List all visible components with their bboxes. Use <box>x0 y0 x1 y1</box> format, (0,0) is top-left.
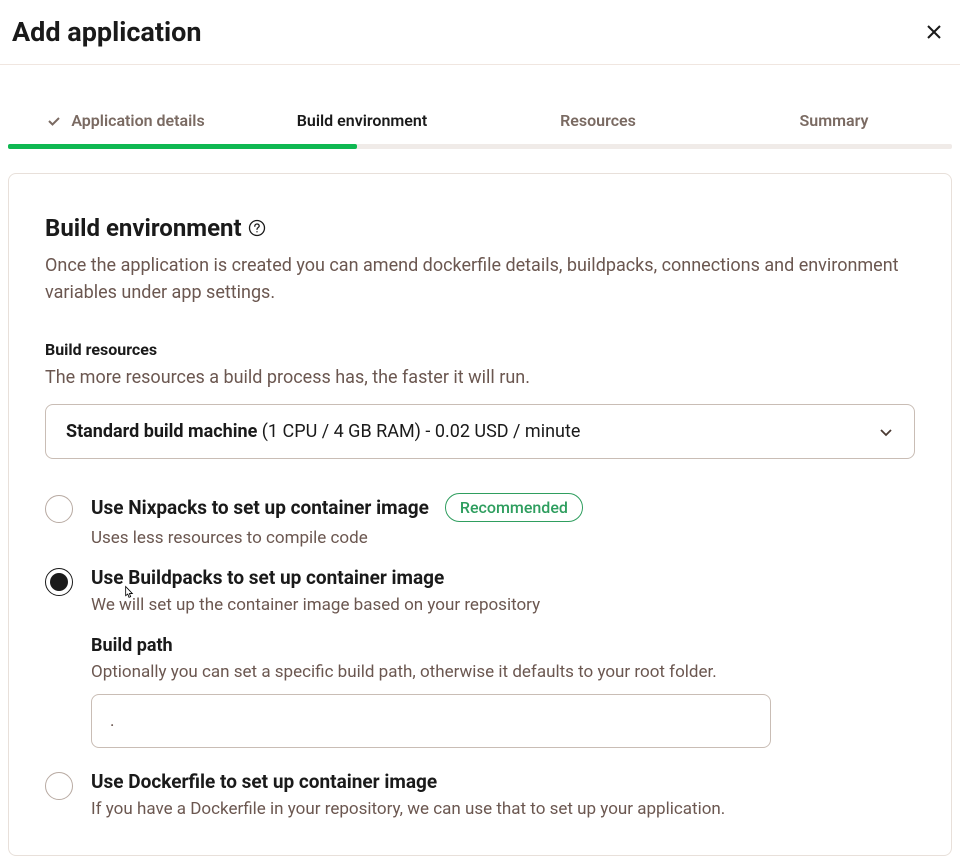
radio-description: We will set up the container image based… <box>91 595 915 615</box>
recommended-badge: Recommended <box>445 493 583 522</box>
build-path-section: Build path Optionally you can set a spec… <box>91 635 915 748</box>
radio-title-row: Use Buildpacks to set up container image <box>91 566 915 589</box>
build-resources-description: The more resources a build process has, … <box>45 367 915 388</box>
radio-content: Use Buildpacks to set up container image… <box>91 566 915 748</box>
build-path-input[interactable] <box>91 694 771 748</box>
step-label: Summary <box>800 111 869 130</box>
select-bold: Standard build machine <box>66 421 257 442</box>
radio-content: Use Dockerfile to set up container image… <box>91 770 915 819</box>
radio-title-row: Use Nixpacks to set up container image R… <box>91 493 915 522</box>
help-icon[interactable] <box>248 219 266 237</box>
build-machine-select[interactable]: Standard build machine (1 CPU / 4 GB RAM… <box>45 404 915 459</box>
dialog-header: Add application <box>0 0 960 64</box>
radio-description: If you have a Dockerfile in your reposit… <box>91 799 915 819</box>
step-build-environment[interactable]: Build environment <box>244 97 480 144</box>
radio-option-nixpacks[interactable]: Use Nixpacks to set up container image R… <box>45 493 915 548</box>
build-resources-title: Build resources <box>45 340 915 359</box>
close-icon <box>924 22 944 42</box>
select-rest: (1 CPU / 4 GB RAM) - 0.02 USD / minute <box>257 421 580 442</box>
radio-description: Uses less resources to compile code <box>91 528 915 548</box>
chevron-down-icon <box>878 424 894 440</box>
radio-indicator <box>45 772 73 800</box>
radio-indicator <box>45 495 73 523</box>
section-title: Build environment <box>45 214 242 242</box>
cursor-pointer-icon <box>119 584 139 604</box>
build-path-title: Build path <box>91 635 915 656</box>
progress-bar <box>8 144 952 149</box>
header-divider <box>0 64 960 65</box>
step-label: Application details <box>71 111 204 130</box>
select-text: Standard build machine (1 CPU / 4 GB RAM… <box>66 421 580 442</box>
radio-title-row: Use Dockerfile to set up container image <box>91 770 915 793</box>
radio-indicator <box>45 568 73 596</box>
build-resources-section: Build resources The more resources a bui… <box>45 340 915 459</box>
content-card: Build environment Once the application i… <box>8 173 952 856</box>
radio-title: Use Buildpacks to set up container image <box>91 566 444 589</box>
check-icon <box>47 114 61 128</box>
dialog-title: Add application <box>12 16 202 48</box>
stepper: Application details Build environment Re… <box>0 97 960 144</box>
step-resources[interactable]: Resources <box>480 97 716 144</box>
build-path-description: Optionally you can set a specific build … <box>91 662 915 682</box>
section-description: Once the application is created you can … <box>45 252 915 306</box>
section-title-row: Build environment <box>45 214 915 242</box>
step-application-details[interactable]: Application details <box>8 97 244 144</box>
radio-content: Use Nixpacks to set up container image R… <box>91 493 915 548</box>
radio-option-buildpacks[interactable]: Use Buildpacks to set up container image… <box>45 566 915 748</box>
radio-title: Use Dockerfile to set up container image <box>91 770 437 793</box>
step-summary[interactable]: Summary <box>716 97 952 144</box>
radio-option-dockerfile[interactable]: Use Dockerfile to set up container image… <box>45 770 915 819</box>
progress-fill <box>8 144 357 149</box>
step-label: Build environment <box>297 111 427 130</box>
step-label: Resources <box>560 111 636 130</box>
radio-group: Use Nixpacks to set up container image R… <box>45 493 915 819</box>
close-button[interactable] <box>920 18 948 46</box>
radio-title: Use Nixpacks to set up container image <box>91 496 429 519</box>
